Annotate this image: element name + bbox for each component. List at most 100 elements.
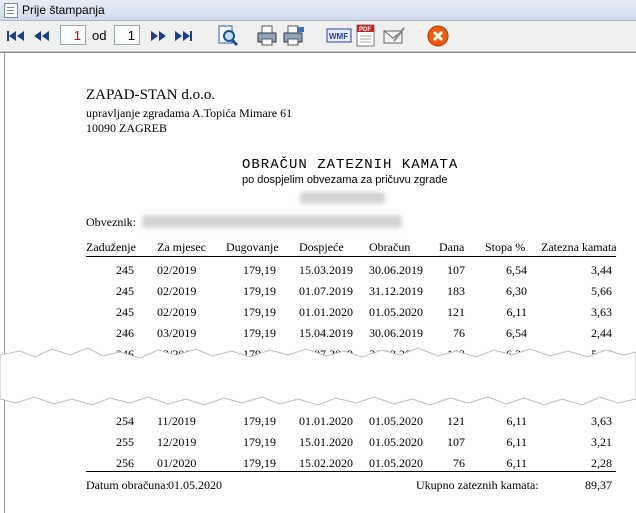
table-cell-obracun: 01.05.2020 (369, 456, 423, 470)
company-city: 10090 ZAGREB (86, 121, 167, 135)
svg-text:WMF: WMF (329, 32, 348, 41)
total-value: 89,37 (585, 478, 612, 492)
col-header-stopa: Stopa % (485, 240, 526, 254)
wmf-export-button[interactable]: WMF (326, 24, 352, 48)
email-icon (383, 27, 405, 44)
of-label: od (92, 28, 107, 43)
document-icon (4, 3, 18, 18)
prev-page-button[interactable] (30, 26, 52, 46)
header-rule (86, 256, 616, 257)
table-cell-za-mjesec: 02/2019 (157, 284, 197, 298)
table-cell-dana: 121 (447, 305, 465, 319)
table-cell-zaduzenje: 255 (116, 435, 134, 449)
print-button[interactable] (256, 24, 280, 48)
pdf-export-button[interactable]: PDF (354, 24, 378, 48)
last-page-button[interactable] (172, 26, 194, 46)
table-cell-obracun: 30.06.2019 (369, 326, 423, 340)
first-page-button[interactable] (5, 26, 27, 46)
svg-text:PDF: PDF (359, 27, 371, 33)
company-address: upravljanje zgradama A.Topića Mimare 61 (86, 106, 293, 120)
table-cell-obracun: 30.06.2019 (369, 263, 423, 277)
wmf-export-icon: WMF (326, 28, 352, 43)
redacted-obveznik (142, 215, 402, 228)
prev-page-icon (34, 31, 49, 41)
table-cell-obracun: 01.05.2020 (369, 414, 423, 428)
zoom-button[interactable] (216, 24, 240, 48)
table-cell-kamata: 2,28 (591, 456, 612, 470)
table-cell-dugovanje: 179,19 (243, 284, 276, 298)
table-cell-kamata: 3,63 (591, 305, 612, 319)
table-cell-stopa: 6,30 (506, 284, 527, 298)
table-cell-za-mjesec: 12/2019 (157, 435, 197, 449)
zoom-icon (218, 25, 239, 47)
next-page-button[interactable] (148, 26, 170, 46)
company-name: ZAPAD-STAN d.o.o. (86, 87, 216, 103)
print-setup-button[interactable] (282, 24, 306, 48)
table-cell-dana: 107 (447, 263, 465, 277)
next-page-icon (151, 31, 166, 41)
page-edge (4, 53, 5, 513)
table-cell-zaduzenje: 245 (116, 284, 134, 298)
table-cell-stopa: 6,11 (506, 305, 527, 319)
table-cell-dana: 76 (453, 456, 465, 470)
datum-label: Datum obračuna: (86, 478, 169, 492)
pdf-export-icon: PDF (356, 24, 375, 47)
table-cell-dugovanje: 179,19 (243, 435, 276, 449)
table-cell-dospjece: 01.07.2019 (299, 284, 353, 298)
table-cell-za-mjesec: 11/2019 (157, 414, 196, 428)
table-cell-stopa: 6,54 (506, 326, 527, 340)
table-cell-dospjece: 15.04.2019 (299, 326, 353, 340)
table-cell-kamata: 2,44 (591, 326, 612, 340)
last-page-icon (175, 31, 192, 41)
table-cell-za-mjesec: 02/2019 (157, 263, 197, 277)
table-cell-kamata: 3,63 (591, 414, 612, 428)
table-cell-kamata: 3,44 (591, 263, 612, 277)
table-cell-dospjece: 01.01.2020 (299, 305, 353, 319)
table-cell-dugovanje: 179,19 (243, 305, 276, 319)
footer-rule (86, 471, 616, 472)
table-cell-dospjece: 15.03.2019 (299, 263, 353, 277)
print-icon (257, 25, 277, 46)
table-cell-kamata: 5,66 (591, 284, 612, 298)
col-header-dana: Dana (439, 240, 465, 254)
table-cell-zaduzenje: 246 (116, 326, 134, 340)
report-title: OBRAČUN ZATEZNIH KAMATA (242, 157, 459, 173)
table-cell-obracun: 01.05.2020 (369, 305, 423, 319)
col-header-zatezna-kamata: Zatezna kamata (541, 240, 617, 254)
table-cell-za-mjesec: 02/2019 (157, 305, 197, 319)
first-page-icon (7, 31, 24, 41)
table-cell-obracun: 31.12.2019 (369, 284, 423, 298)
torn-page-effect (0, 347, 636, 406)
report-page[interactable]: ZAPAD-STAN d.o.o. upravljanje zgradama A… (0, 52, 636, 513)
table-cell-dana: 121 (447, 414, 465, 428)
email-button[interactable] (382, 24, 406, 48)
redacted-building (300, 192, 385, 204)
table-cell-zaduzenje: 256 (116, 456, 134, 470)
table-cell-dugovanje: 179,19 (243, 456, 276, 470)
table-cell-dana: 107 (447, 435, 465, 449)
col-header-dospjece: Dospjeće (299, 240, 344, 254)
table-cell-stopa: 6,11 (506, 414, 527, 428)
table-cell-dugovanje: 179,19 (243, 326, 276, 340)
print-setup-icon (283, 25, 304, 46)
table-cell-dospjece: 15.01.2020 (299, 435, 353, 449)
table-cell-kamata: 3,21 (591, 435, 612, 449)
preview-toolbar: 1 od 1 WMF PDF (0, 21, 636, 52)
table-cell-stopa: 6,11 (506, 435, 527, 449)
col-header-obracun: Obračun (369, 240, 411, 254)
table-cell-zaduzenje: 254 (116, 414, 134, 428)
datum-value: 01.05.2020 (168, 478, 222, 492)
obveznik-label: Obveznik: (86, 215, 136, 229)
col-header-zaduzenje: Zaduženje (86, 240, 136, 254)
close-preview-button[interactable] (426, 24, 450, 48)
window-title: Prije štampanja (22, 3, 105, 17)
table-cell-stopa: 6,11 (506, 456, 527, 470)
table-cell-obracun: 01.05.2020 (369, 435, 423, 449)
total-label: Ukupno zateznih kamata: (416, 478, 539, 492)
current-page-input[interactable]: 1 (60, 25, 86, 45)
table-cell-zaduzenje: 245 (116, 305, 134, 319)
table-cell-dana: 76 (453, 326, 465, 340)
table-cell-stopa: 6,54 (506, 263, 527, 277)
col-header-dugovanje: Dugovanje (226, 240, 279, 254)
table-cell-za-mjesec: 01/2020 (157, 456, 197, 470)
